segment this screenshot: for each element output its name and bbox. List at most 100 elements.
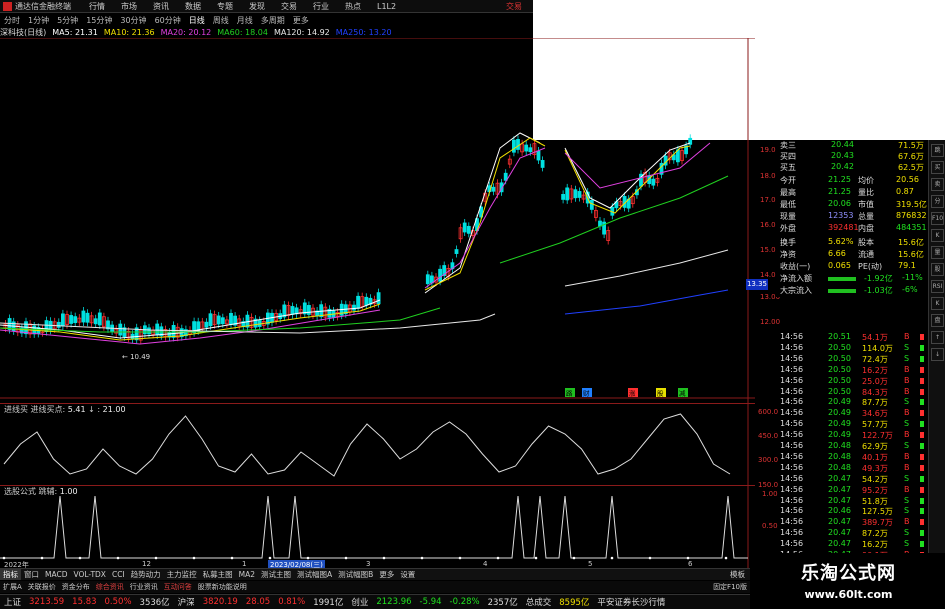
quote-volume: 62.5万: [898, 163, 924, 172]
indicator-tab[interactable]: 私募主图: [200, 569, 236, 580]
indicator-tab[interactable]: 测试幅图A: [294, 569, 335, 580]
stat-row: 净资 6.66 流通 15.6亿: [776, 249, 928, 261]
menu-item-trade[interactable]: 交易: [273, 1, 305, 12]
info-tab[interactable]: 扩展A: [0, 582, 25, 592]
side-tool-button[interactable]: 盘: [931, 314, 944, 327]
side-tool-button[interactable]: K: [931, 297, 944, 310]
tick-row: 14:56 20.49 34.6万 B: [780, 408, 928, 419]
indicator-tab[interactable]: 测试主图: [258, 569, 294, 580]
info-tab[interactable]: 行业资讯: [127, 582, 161, 592]
stat-value: 484351: [896, 223, 927, 232]
indicator-tab[interactable]: 更多: [376, 569, 397, 580]
period-tab-9[interactable]: 多周期: [257, 15, 289, 26]
menu-item-market[interactable]: 市场: [113, 1, 145, 12]
index-name[interactable]: 沪深: [174, 596, 199, 608]
ma-legend-item: MA250: 13.20: [335, 28, 392, 37]
indicator-tab[interactable]: 趋势动力: [128, 569, 164, 580]
kline-chart[interactable]: ← 10.49 路 财 涨 股 减: [0, 37, 755, 403]
f10-button[interactable]: 固定F10版: [710, 582, 750, 592]
indicator-2-label: 跳辅: [38, 487, 55, 496]
quote-volume: 67.6万: [898, 152, 924, 161]
kline-svg: ← 10.49 路 财 涨 股 减: [0, 37, 755, 403]
indicator-2-dot: [534, 556, 538, 560]
side-tool-button[interactable]: 买: [931, 161, 944, 174]
indicator-panel-2[interactable]: 选股公式 跳辅: 1.00: [0, 485, 755, 568]
candle-body: [73, 316, 78, 324]
indicator-2-dot: [2, 556, 6, 560]
period-tab-2[interactable]: 5分钟: [53, 15, 82, 26]
stat-label: 均价: [858, 176, 874, 185]
info-tab[interactable]: 互动问答: [161, 582, 195, 592]
indicator-tab[interactable]: VOL-TDX: [70, 570, 108, 579]
period-tab-5[interactable]: 60分钟: [151, 15, 185, 26]
index-name[interactable]: 上证: [0, 596, 25, 608]
indicator-2-dot: [572, 556, 576, 560]
flow-bar: [828, 289, 856, 293]
info-tab[interactable]: 综合资讯: [93, 582, 127, 592]
indicator-panel-1[interactable]: 进线买 进线买点: 5.41 ↓ : 21.00: [0, 403, 755, 486]
indicator-2-name: 选股公式: [4, 487, 36, 496]
side-tool-button[interactable]: 跳: [931, 144, 944, 157]
menu-item-news[interactable]: 资讯: [145, 1, 177, 12]
indicator-2-value: 1.00: [59, 487, 78, 496]
tick-row: 14:56 20.50 72.4万 S: [780, 354, 928, 365]
candle-body: [651, 178, 656, 186]
tick-indicator-icon: [920, 541, 924, 548]
side-tool-button[interactable]: 股: [931, 263, 944, 276]
stat-label: 市值: [858, 200, 874, 209]
tick-list[interactable]: 14:56 20.51 54.1万 B 14:56 20.50 114.0万 S 14:56 20…: [776, 332, 928, 571]
indicator-tab[interactable]: 设置: [397, 569, 418, 580]
stat-value: 12353: [828, 211, 854, 220]
info-tab[interactable]: 资金分布: [59, 582, 93, 592]
tick-time: 14:56: [780, 386, 804, 396]
event-marker-label: 财: [583, 389, 590, 398]
side-tool-button[interactable]: RSI: [931, 280, 944, 293]
period-tab-4[interactable]: 30分钟: [116, 15, 150, 26]
side-tool-button[interactable]: 分: [931, 195, 944, 208]
side-tool-button[interactable]: 卖: [931, 178, 944, 191]
tick-indicator-icon: [920, 344, 924, 351]
indicator-tab[interactable]: MA2: [236, 570, 258, 579]
tick-direction: S: [904, 473, 910, 483]
indicator-tab[interactable]: 窗口: [21, 569, 42, 580]
period-tab-3[interactable]: 15分钟: [82, 15, 116, 26]
app-title: 通达信金融终端: [15, 1, 71, 11]
tick-row: 14:56 20.49 122.7万 B: [780, 430, 928, 441]
tick-row: 14:56 20.50 25.0万 B: [780, 376, 928, 387]
menu-item-industry[interactable]: 行业: [305, 1, 337, 12]
indicator-tab[interactable]: 指标: [0, 569, 21, 580]
menu-item-l1l2[interactable]: L1L2: [369, 2, 404, 11]
stat-value: 5.62%: [828, 237, 854, 246]
period-tab-8[interactable]: 月线: [233, 15, 257, 26]
info-tab[interactable]: 关联报价: [25, 582, 59, 592]
indicator-tab[interactable]: 主力监控: [164, 569, 200, 580]
template-button[interactable]: 模板: [730, 569, 745, 580]
index-name[interactable]: 创业: [347, 596, 372, 608]
period-tab-1[interactable]: 1分钟: [24, 15, 53, 26]
stat-label: 今开: [780, 176, 796, 185]
side-tool-button[interactable]: ↑: [931, 331, 944, 344]
info-tab[interactable]: 股票新功能说明: [195, 582, 250, 592]
tick-direction: S: [904, 419, 910, 429]
period-tab-6[interactable]: 日线: [185, 15, 209, 26]
indicator-tab[interactable]: CCI: [109, 570, 128, 579]
menu-item-topics[interactable]: 专题: [209, 1, 241, 12]
index-name[interactable]: 总成交: [522, 596, 556, 608]
menu-item-hot[interactable]: 热点: [337, 1, 369, 12]
period-tab-7[interactable]: 周线: [209, 15, 233, 26]
menu-item-discover[interactable]: 发现: [241, 1, 273, 12]
tick-indicator-icon: [920, 443, 924, 449]
menu-item-trade-right[interactable]: 交易: [506, 0, 534, 13]
indicator-tab[interactable]: 测试幅图B: [335, 569, 376, 580]
side-tool-button[interactable]: K: [931, 229, 944, 242]
side-tool-button[interactable]: 量: [931, 246, 944, 259]
period-tab-0[interactable]: 分时: [0, 15, 24, 26]
ma-line: [499, 175, 729, 264]
side-tool-button[interactable]: F10: [931, 212, 944, 225]
side-tool-button[interactable]: ↓: [931, 348, 944, 361]
menu-item-data[interactable]: 数据: [177, 1, 209, 12]
period-tab-10[interactable]: 更多: [289, 15, 313, 26]
indicator-tab[interactable]: MACD: [42, 570, 70, 579]
menu-item-quotes[interactable]: 行情: [81, 1, 113, 12]
tick-price: 20.50: [828, 353, 851, 363]
